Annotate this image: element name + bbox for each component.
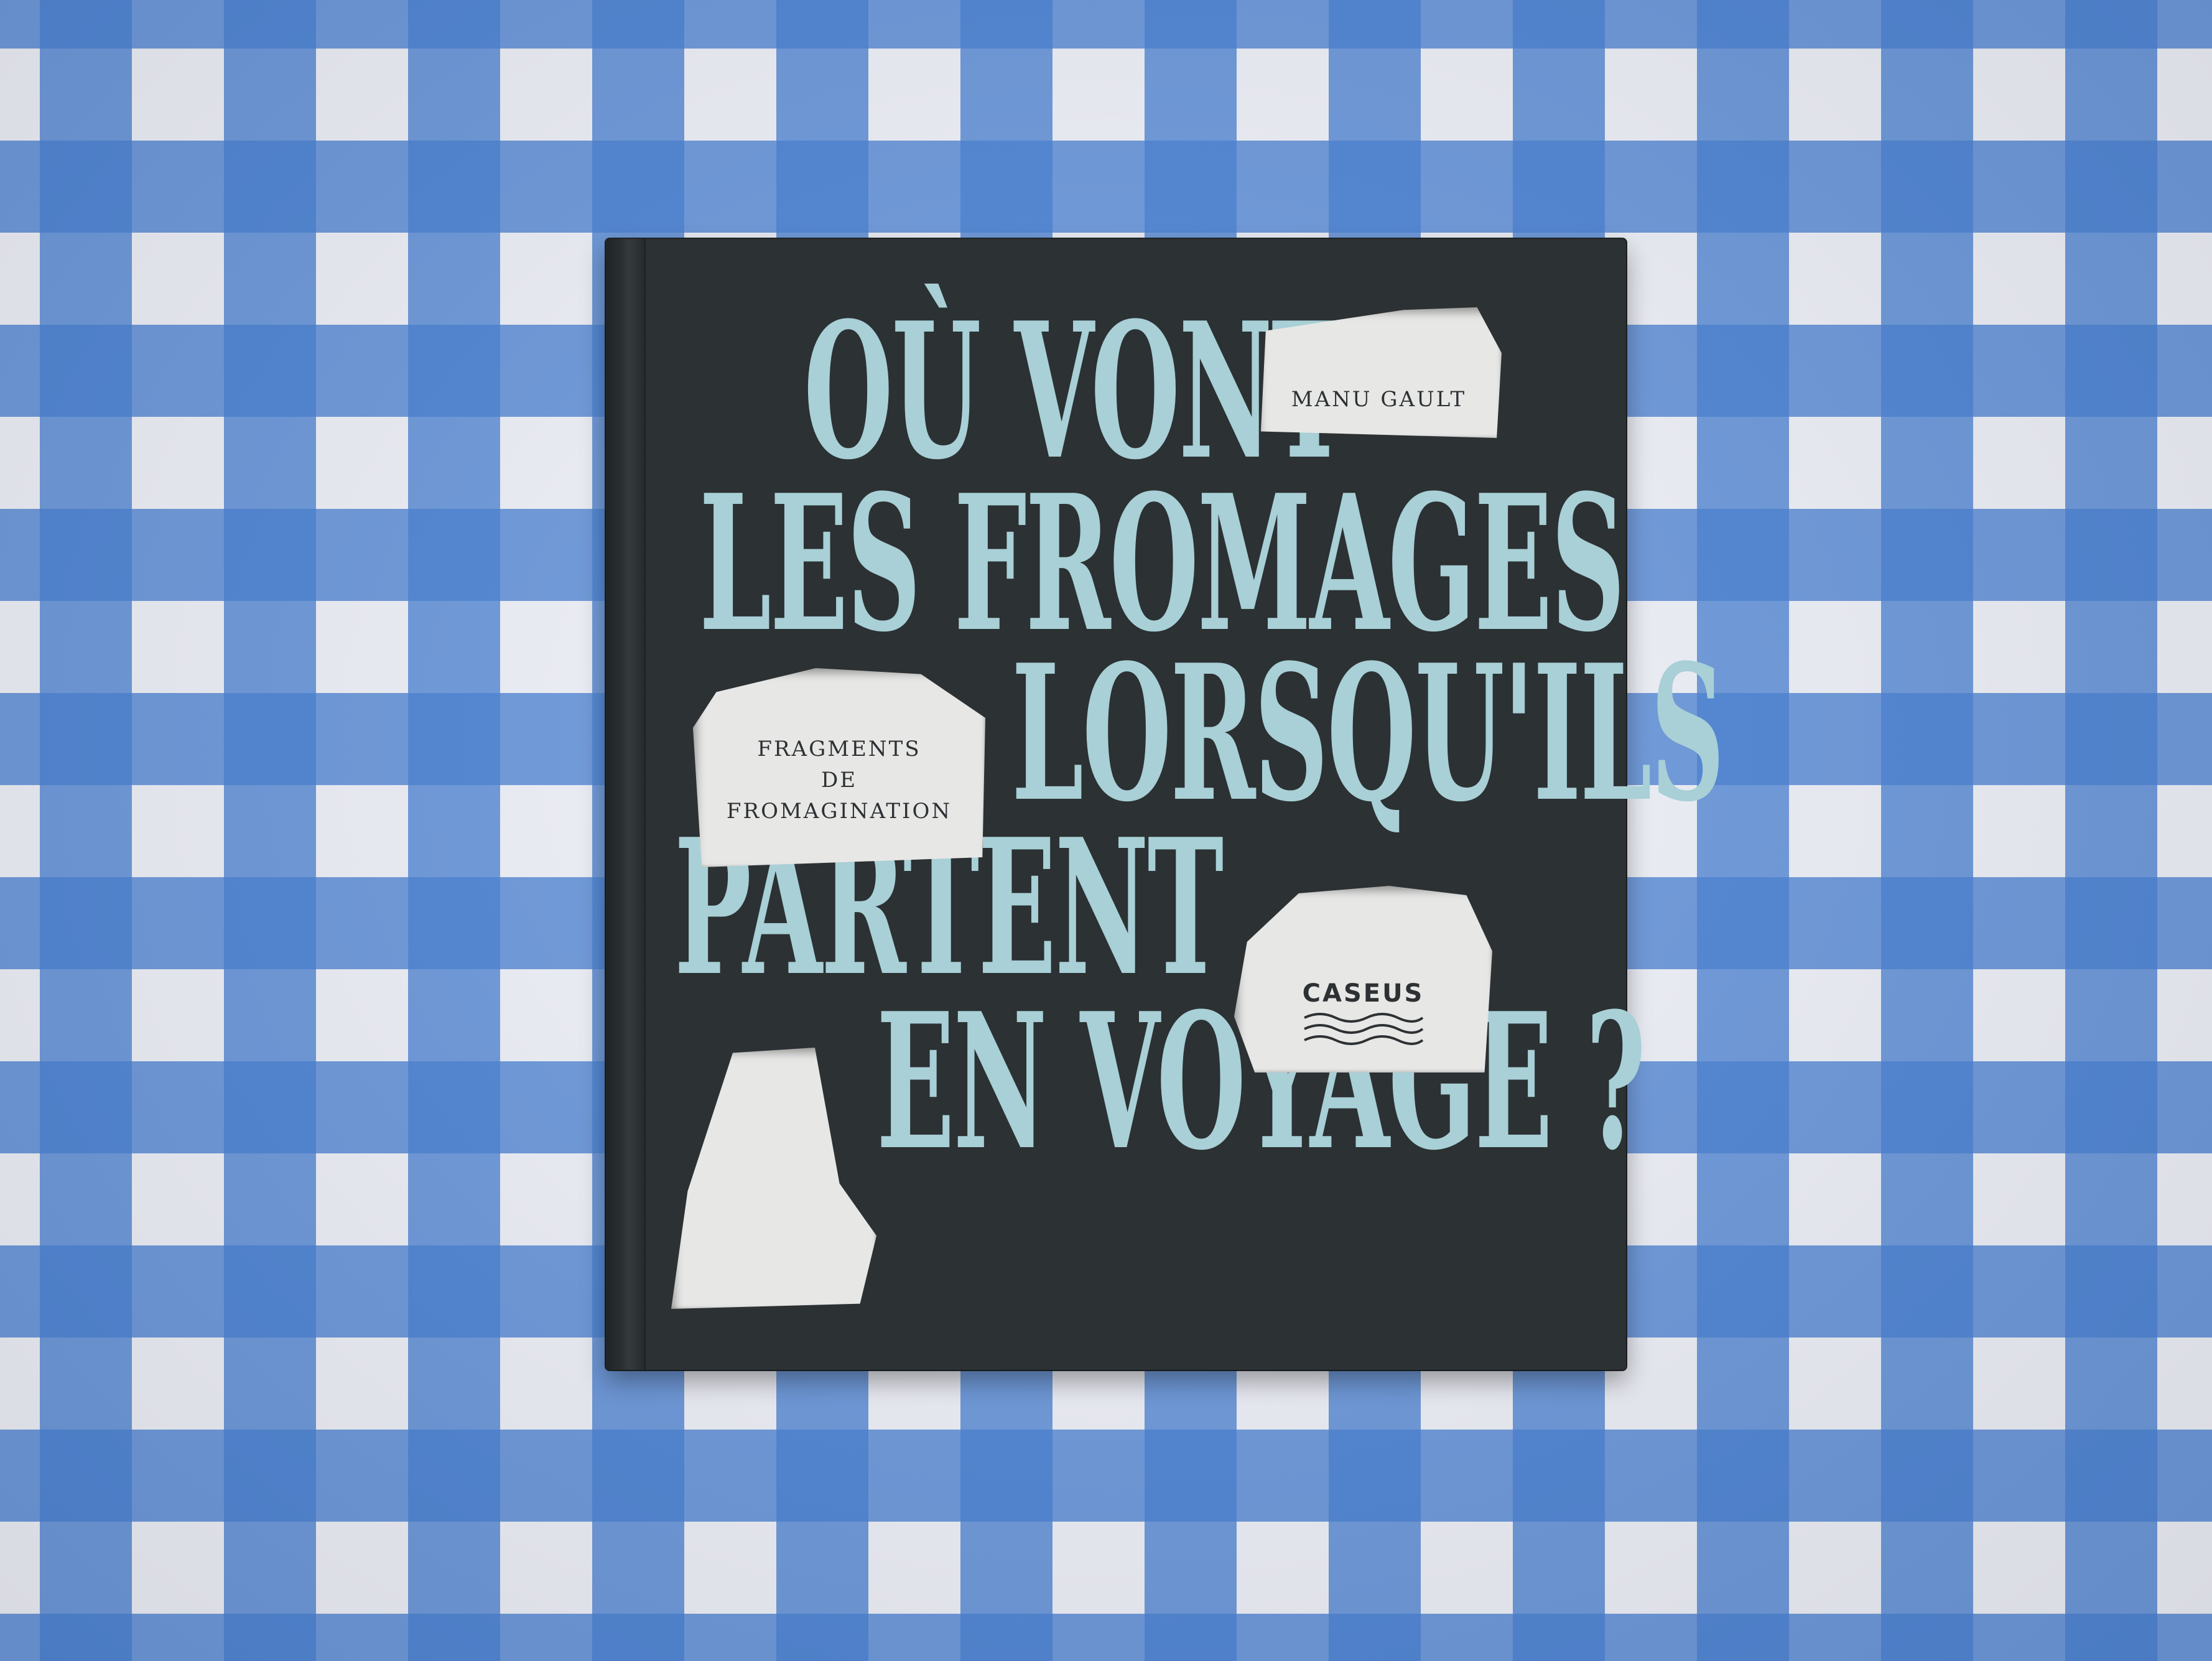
waves-icon <box>1304 1013 1424 1045</box>
book-spine <box>606 239 646 1370</box>
author-name: MANU GAULT <box>1291 387 1467 412</box>
book-cover: OÙ VONT LES FROMAGES LORSQU'ILS PARTENT … <box>606 239 1725 1370</box>
subtitle-line-3: FROMAGINATION <box>726 799 952 824</box>
subtitle-line-2: DE <box>820 768 858 793</box>
publisher-logo-text: CASEUS <box>1302 979 1424 1008</box>
subtitle-line-1: FRAGMENTS <box>757 737 921 761</box>
author-cutout: MANU GAULT <box>1260 307 1502 438</box>
subtitle-cutout: FRAGMENTS DE FROMAGINATION <box>693 668 985 867</box>
blank-cutout <box>671 1048 876 1309</box>
publisher-cutout: CASEUS <box>1234 886 1492 1072</box>
